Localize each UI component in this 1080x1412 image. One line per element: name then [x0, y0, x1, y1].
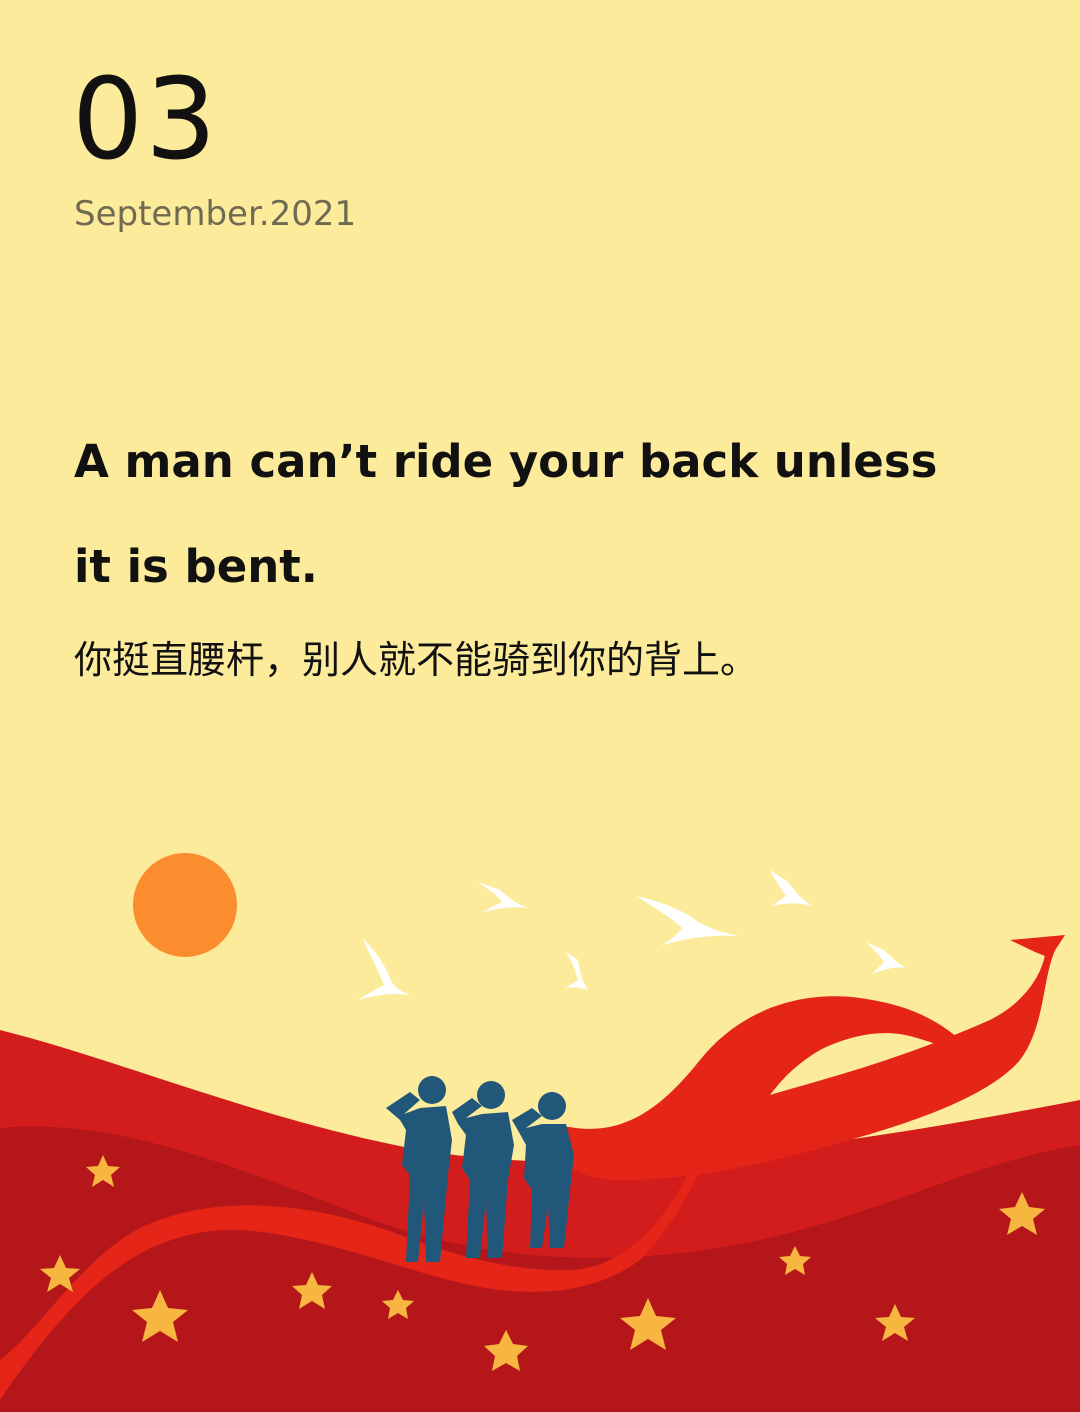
sun-icon [133, 853, 237, 957]
date-day: 03 [72, 55, 219, 185]
dove-icon [358, 870, 906, 1000]
ribbon-flag-tip [1010, 935, 1065, 958]
quote-chinese: 你挺直腰杆，别人就不能骑到你的背上。 [74, 638, 759, 682]
date-month-year: September.2021 [74, 194, 357, 234]
patriotic-illustration [0, 853, 1080, 1412]
quote-english: A man can’t ride your back unless it is … [74, 418, 1034, 628]
quote-english-line-1: A man can’t ride your back unless [74, 435, 938, 488]
quote-english-line-2: it is bent. [74, 540, 318, 593]
